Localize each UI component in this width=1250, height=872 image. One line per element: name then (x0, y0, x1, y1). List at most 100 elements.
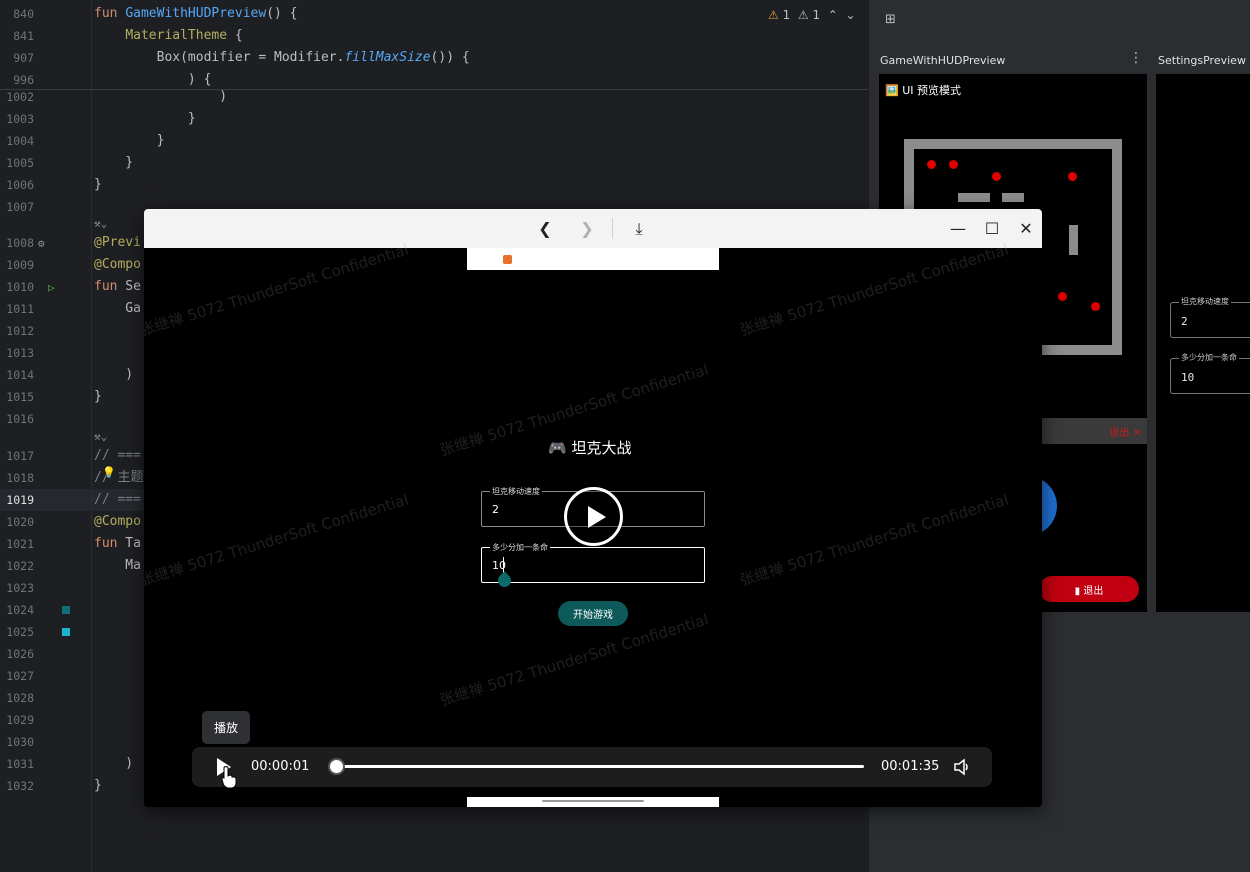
line-number: 907 (13, 51, 34, 65)
play-tooltip: 播放 (202, 711, 250, 744)
code-line[interactable]: @Compo (94, 511, 141, 533)
code-line[interactable]: ) (94, 86, 227, 108)
code-line[interactable]: } (94, 108, 196, 130)
code-line[interactable]: // === (94, 489, 141, 511)
forward-icon[interactable]: ❯ (571, 209, 603, 248)
line-number: 1022 (6, 559, 34, 573)
code-line[interactable]: fun Se (94, 276, 141, 298)
inspection-warnings[interactable]: ⚠ 1 ⚠ 1 ⌃ ⌄ (768, 8, 856, 22)
line-number: 1011 (6, 302, 34, 316)
seek-bar[interactable] (327, 758, 864, 775)
cursor-handle[interactable] (495, 571, 514, 590)
lives-input[interactable]: 多少分加一条命 10 (481, 542, 705, 590)
code-line[interactable]: // === (94, 445, 141, 467)
preview-speed-field[interactable]: 坦克移动速度 2 (1170, 296, 1250, 338)
watermark: 张继禅 5072 ThunderSoft Confidential (737, 490, 1011, 590)
line-number: 1025 (6, 625, 34, 639)
code-line[interactable]: } (94, 130, 165, 152)
code-line[interactable]: ) (94, 364, 133, 386)
code-line[interactable]: fun Ta (94, 533, 141, 555)
exit-button[interactable]: ▮ 退出 (1039, 576, 1139, 602)
enemy-tank (949, 160, 958, 169)
line-number: 1007 (6, 200, 34, 214)
seek-knob[interactable] (327, 758, 345, 775)
lives-label: 多少分加一条命 (490, 542, 550, 553)
line-number: 1003 (6, 112, 34, 126)
line-number: 1021 (6, 537, 34, 551)
close-icon[interactable]: ✕ (1010, 209, 1042, 248)
preview-card-settings[interactable]: 坦克移动速度 2 多少分加一条命 10 (1156, 74, 1250, 612)
line-number: 1030 (6, 735, 34, 749)
download-icon[interactable]: ⤓ (623, 209, 655, 248)
volume-icon[interactable] (954, 758, 970, 776)
line-number: 840 (13, 7, 34, 21)
home-indicator (542, 800, 644, 802)
line-number: 1028 (6, 691, 34, 705)
chevron-down-icon[interactable]: ⌄ (845, 8, 855, 22)
line-number: 1026 (6, 647, 34, 661)
preview-title-settings: SettingsPreview (1158, 54, 1246, 67)
warning-count: 1 (782, 8, 791, 22)
line-gutter: 840 841 907 996 1002 1003 1004 1005 1006 1007 1008… (0, 0, 92, 872)
preview-mode-label: 🖼️ UI 预览模式 (885, 84, 961, 97)
phone-status-bar (467, 248, 719, 270)
video-viewer-window[interactable]: ❮ ❯ ⤓ — ☐ ✕ 张继禅 5072 ThunderSoft Confide… (144, 209, 1042, 807)
maze-wall (1002, 193, 1024, 202)
line-number: 1012 (6, 324, 34, 338)
line-number: 1019 (6, 493, 34, 507)
preview-speed-label: 坦克移动速度 (1179, 296, 1231, 307)
tools-hint-icon-2[interactable]: ⚒⌄ (94, 430, 107, 443)
code-line[interactable]: fun GameWithHUDPreview() { (94, 3, 298, 25)
line-number: 1027 (6, 669, 34, 683)
watermark: 张继禅 5072 ThunderSoft Confidential (144, 490, 411, 590)
tools-hint-icon[interactable]: ⚒⌄ (94, 217, 107, 230)
line-number: 1005 (6, 156, 34, 170)
line-number: 1014 (6, 368, 34, 382)
speed-value: 2 (492, 503, 499, 516)
hand-cursor-icon (221, 766, 237, 789)
weak-warning-icon: ⚠ (797, 8, 809, 22)
watermark: 张继禅 5072 ThunderSoft Confidential (144, 240, 411, 340)
app-icon (503, 255, 512, 264)
line-number: 1020 (6, 515, 34, 529)
line-number: 1024 (6, 603, 34, 617)
line-number: 1004 (6, 134, 34, 148)
bulb-icon[interactable]: 💡 (102, 466, 116, 479)
line-number: 1002 (6, 90, 34, 104)
preview-speed-value: 2 (1181, 315, 1188, 328)
code-line[interactable]: Ma (94, 555, 141, 577)
line-number: 1016 (6, 412, 34, 426)
total-time: 00:01:35 (881, 759, 940, 774)
line-number: 1015 (6, 390, 34, 404)
back-icon[interactable]: ❮ (529, 209, 561, 248)
code-line[interactable]: } (94, 174, 102, 196)
code-line[interactable]: @Previ (94, 232, 141, 254)
code-line[interactable]: @Compo (94, 254, 141, 276)
enemy-tank (1058, 292, 1067, 301)
code-line[interactable]: Ga (94, 298, 141, 320)
code-line[interactable]: } (94, 386, 102, 408)
hud-exit-label: 退出 ✕ (1109, 428, 1141, 439)
code-line[interactable]: Box(modifier = Modifier.fillMaxSize()) { (94, 47, 470, 69)
more-icon[interactable]: ⋮ (1129, 50, 1143, 66)
enemy-tank (1068, 172, 1077, 181)
code-line[interactable]: } (94, 152, 133, 174)
code-line[interactable]: MaterialTheme { (94, 25, 242, 47)
start-game-button[interactable]: 开始游戏 (558, 601, 628, 626)
big-play-icon[interactable] (564, 487, 623, 546)
code-line[interactable]: } (94, 775, 102, 797)
line-number: 1029 (6, 713, 34, 727)
viewer-titlebar: ❮ ❯ ⤓ — ☐ ✕ (144, 209, 1042, 248)
line-number: 1010 (6, 280, 34, 294)
line-number: 1018 (6, 471, 34, 485)
minimize-icon[interactable]: — (942, 209, 974, 248)
player-controls[interactable]: 00:00:01 00:01:35 (192, 747, 992, 787)
line-number: 1032 (6, 779, 34, 793)
preview-lives-field[interactable]: 多少分加一条命 10 (1170, 352, 1250, 394)
chevron-up-icon[interactable]: ⌃ (828, 8, 838, 22)
enemy-tank (1091, 302, 1100, 311)
watermark: 张继禅 5072 ThunderSoft Confidential (737, 240, 1011, 340)
line-number: 1017 (6, 449, 34, 463)
code-line[interactable]: ) (94, 753, 133, 775)
layout-toggle-icon[interactable]: ⊞ (885, 12, 896, 27)
